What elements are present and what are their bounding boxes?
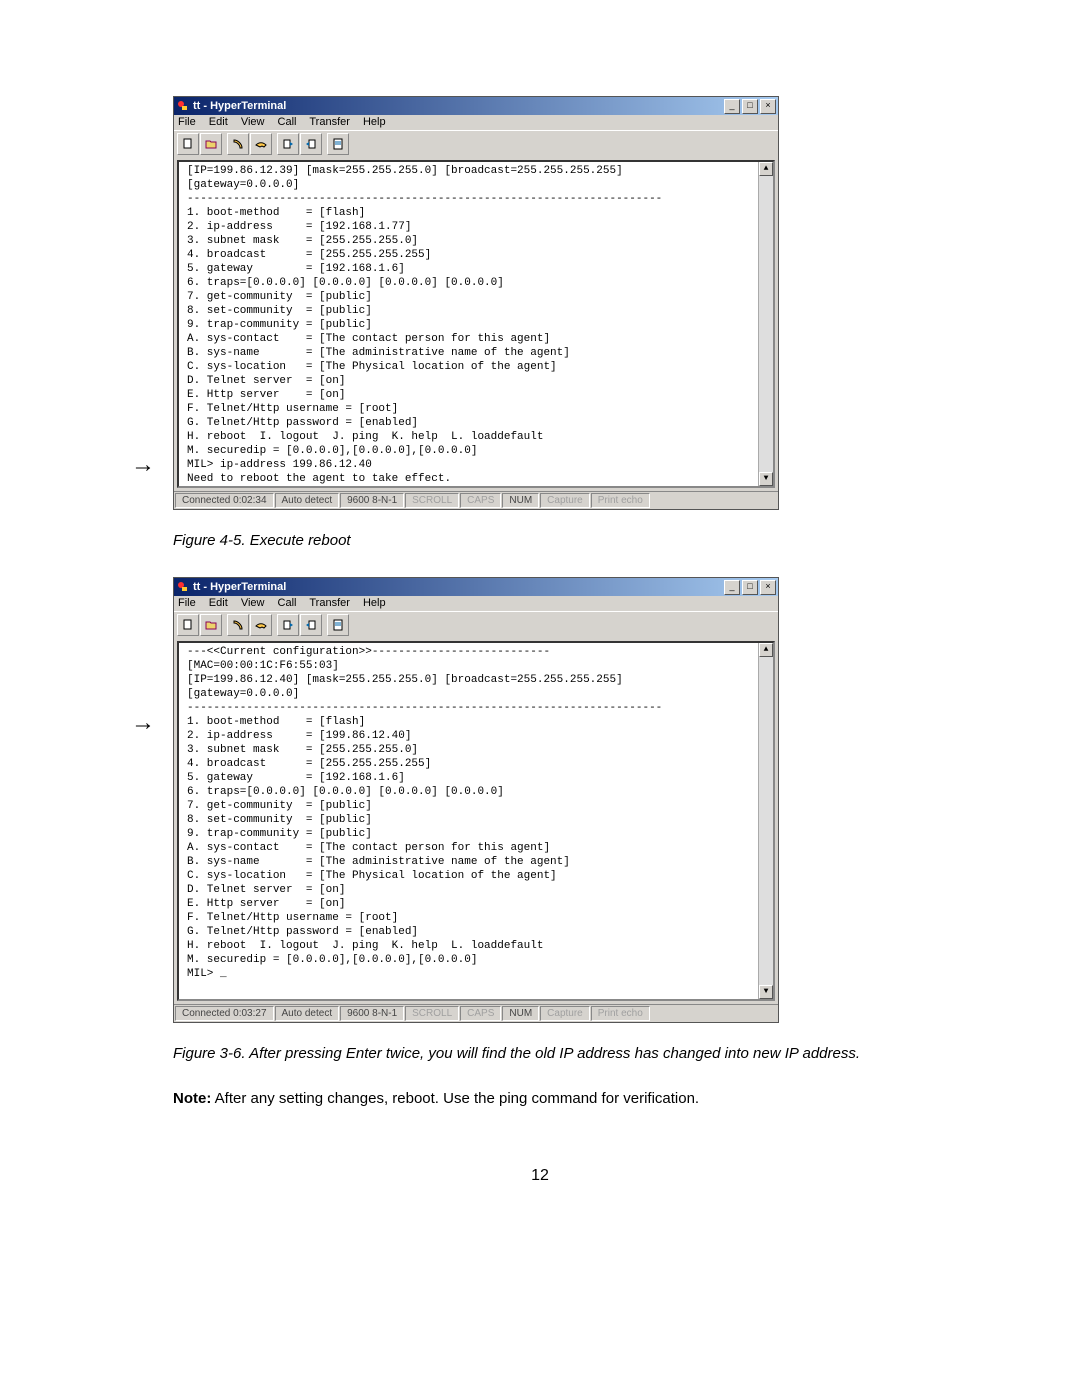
figure-3-6: → tt - HyperTerminal _ □ × File Edit Vie… bbox=[173, 577, 907, 1023]
maximize-button[interactable]: □ bbox=[742, 580, 758, 595]
status-autodetect: Auto detect bbox=[275, 1006, 340, 1021]
menu-file[interactable]: File bbox=[178, 116, 196, 128]
figure-4-5: → tt - HyperTerminal _ □ × File Edit Vie… bbox=[173, 96, 907, 510]
minimize-button[interactable]: _ bbox=[724, 99, 740, 114]
scrollbar[interactable]: ▲▼ bbox=[758, 643, 773, 999]
send-icon[interactable] bbox=[277, 133, 299, 155]
status-scroll: SCROLL bbox=[405, 1006, 459, 1021]
status-scroll: SCROLL bbox=[405, 493, 459, 508]
menu-help[interactable]: Help bbox=[363, 116, 386, 128]
status-autodetect: Auto detect bbox=[275, 493, 340, 508]
status-num: NUM bbox=[502, 1006, 539, 1021]
properties-icon[interactable] bbox=[327, 133, 349, 155]
status-connected: Connected 0:03:27 bbox=[175, 1006, 274, 1021]
close-button[interactable]: × bbox=[760, 580, 776, 595]
titlebar[interactable]: tt - HyperTerminal _ □ × bbox=[174, 97, 778, 115]
status-printecho: Print echo bbox=[591, 493, 650, 508]
app-icon bbox=[176, 99, 190, 113]
menu-view[interactable]: View bbox=[241, 597, 265, 609]
note-body: After any setting changes, reboot. Use t… bbox=[211, 1090, 699, 1107]
dial-icon[interactable] bbox=[227, 614, 249, 636]
status-caps: CAPS bbox=[460, 1006, 501, 1021]
scroll-up-icon[interactable]: ▲ bbox=[759, 643, 773, 657]
status-capture: Capture bbox=[540, 1006, 590, 1021]
hangup-icon[interactable] bbox=[250, 614, 272, 636]
properties-icon[interactable] bbox=[327, 614, 349, 636]
status-capture: Capture bbox=[540, 493, 590, 508]
pointer-arrow-1: → bbox=[131, 453, 155, 477]
menu-file[interactable]: File bbox=[178, 597, 196, 609]
open-folder-icon[interactable] bbox=[200, 614, 222, 636]
note-label: Note: bbox=[173, 1090, 211, 1107]
statusbar: Connected 0:02:34 Auto detect 9600 8-N-1… bbox=[174, 491, 778, 509]
menu-transfer[interactable]: Transfer bbox=[309, 597, 350, 609]
scroll-down-icon[interactable]: ▼ bbox=[759, 985, 773, 999]
hyperterminal-window-2: tt - HyperTerminal _ □ × File Edit View … bbox=[173, 577, 779, 1023]
menubar[interactable]: File Edit View Call Transfer Help bbox=[174, 596, 778, 611]
scrollbar[interactable]: ▲▼ bbox=[758, 162, 773, 486]
caption-3-6: Figure 3-6. After pressing Enter twice, … bbox=[173, 1045, 907, 1062]
menubar[interactable]: File Edit View Call Transfer Help bbox=[174, 115, 778, 130]
app-icon bbox=[176, 580, 190, 594]
status-num: NUM bbox=[502, 493, 539, 508]
terminal-output-1[interactable]: [IP=199.86.12.39] [mask=255.255.255.0] [… bbox=[177, 160, 775, 488]
toolbar bbox=[174, 611, 778, 638]
hangup-icon[interactable] bbox=[250, 133, 272, 155]
status-connected: Connected 0:02:34 bbox=[175, 493, 274, 508]
dial-icon[interactable] bbox=[227, 133, 249, 155]
receive-icon[interactable] bbox=[300, 614, 322, 636]
receive-icon[interactable] bbox=[300, 133, 322, 155]
terminal-text: [IP=199.86.12.39] [mask=255.255.255.0] [… bbox=[187, 165, 662, 488]
menu-transfer[interactable]: Transfer bbox=[309, 116, 350, 128]
terminal-text: ---<<Current configuration>>------------… bbox=[187, 646, 662, 980]
maximize-button[interactable]: □ bbox=[742, 99, 758, 114]
minimize-button[interactable]: _ bbox=[724, 580, 740, 595]
scroll-down-icon[interactable]: ▼ bbox=[759, 472, 773, 486]
new-file-icon[interactable] bbox=[177, 133, 199, 155]
status-encoding: 9600 8-N-1 bbox=[340, 1006, 404, 1021]
note-text: Note: After any setting changes, reboot.… bbox=[173, 1090, 907, 1107]
menu-view[interactable]: View bbox=[241, 116, 265, 128]
status-caps: CAPS bbox=[460, 493, 501, 508]
new-file-icon[interactable] bbox=[177, 614, 199, 636]
statusbar: Connected 0:03:27 Auto detect 9600 8-N-1… bbox=[174, 1004, 778, 1022]
pointer-arrow-2: → bbox=[131, 711, 155, 735]
menu-help[interactable]: Help bbox=[363, 597, 386, 609]
status-encoding: 9600 8-N-1 bbox=[340, 493, 404, 508]
titlebar[interactable]: tt - HyperTerminal _ □ × bbox=[174, 578, 778, 596]
menu-edit[interactable]: Edit bbox=[209, 597, 228, 609]
menu-edit[interactable]: Edit bbox=[209, 116, 228, 128]
close-button[interactable]: × bbox=[760, 99, 776, 114]
window-title: tt - HyperTerminal bbox=[193, 581, 724, 593]
toolbar bbox=[174, 130, 778, 157]
terminal-output-2[interactable]: ---<<Current configuration>>------------… bbox=[177, 641, 775, 1001]
menu-call[interactable]: Call bbox=[278, 597, 297, 609]
open-folder-icon[interactable] bbox=[200, 133, 222, 155]
status-printecho: Print echo bbox=[591, 1006, 650, 1021]
hyperterminal-window-1: tt - HyperTerminal _ □ × File Edit View … bbox=[173, 96, 779, 510]
caption-4-5: Figure 4-5. Execute reboot bbox=[173, 532, 907, 549]
send-icon[interactable] bbox=[277, 614, 299, 636]
menu-call[interactable]: Call bbox=[278, 116, 297, 128]
window-title: tt - HyperTerminal bbox=[193, 100, 724, 112]
page-number: 12 bbox=[173, 1167, 907, 1185]
scroll-up-icon[interactable]: ▲ bbox=[759, 162, 773, 176]
